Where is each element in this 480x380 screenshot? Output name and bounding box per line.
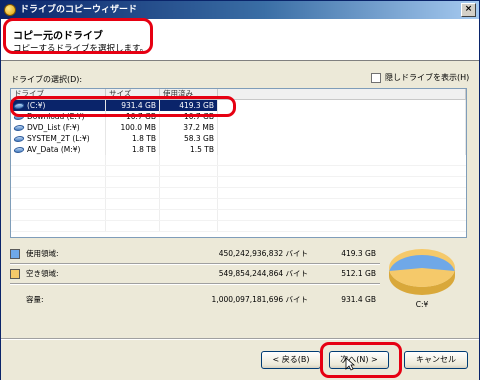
used-space-label: 使用領域: — [26, 249, 59, 258]
used-space-size: 419.3 GB — [341, 249, 376, 258]
cancel-button[interactable]: キャンセル — [404, 351, 468, 369]
drive-row[interactable]: DVD_List (F:¥) 100.0 MB 37.2 MB — [11, 122, 466, 133]
drive-size-cell: 1.8 TB — [106, 133, 160, 144]
title-bar: ドライブのコピーウィザード × — [1, 1, 479, 19]
drive-name-cell: DVD_List (F:¥) — [11, 122, 106, 133]
free-space-label: 空き領域: — [26, 269, 59, 278]
checkbox-box[interactable] — [371, 72, 381, 83]
checkbox-label: 隠しドライブを表示(H) — [385, 73, 470, 82]
empty-row — [11, 221, 466, 232]
next-button-highlight — [320, 342, 402, 378]
mouse-cursor-icon — [345, 357, 355, 371]
capacity-size: 931.4 GB — [341, 295, 376, 304]
column-header-blank — [218, 89, 466, 99]
used-space-bytes: 450,242,936,832 バイト — [218, 249, 308, 258]
drive-blank-cell — [218, 144, 466, 155]
drive-name: SYSTEM_2T (L:¥) — [27, 134, 90, 143]
drive-blank-cell — [218, 133, 466, 144]
drive-used-cell: 37.2 MB — [160, 122, 218, 133]
drive-name: DVD_List (F:¥) — [27, 123, 80, 132]
back-button[interactable]: < 戻る(B) — [261, 351, 321, 369]
drive-icon — [12, 147, 26, 153]
usage-panel: 使用領域: 450,242,936,832 バイト 419.3 GB 空き領域:… — [10, 242, 467, 322]
free-space-row: 空き領域: 549,854,244,864 バイト 512.1 GB — [10, 268, 380, 280]
drive-used-cell: 1.5 TB — [160, 144, 218, 155]
drive-name-cell: SYSTEM_2T (L:¥) — [11, 133, 106, 144]
drive-select-label: ドライブの選択(D): — [11, 75, 83, 84]
drive-size-cell: 1.8 TB — [106, 144, 160, 155]
used-space-row: 使用領域: 450,242,936,832 バイト 419.3 GB — [10, 248, 380, 260]
header-highlight — [3, 18, 153, 54]
drive-icon — [12, 136, 26, 142]
capacity-bytes: 1,000,097,181,696 バイト — [211, 295, 308, 304]
empty-row — [11, 177, 466, 188]
empty-row — [11, 199, 466, 210]
capacity-label: 容量: — [26, 295, 44, 304]
capacity-row: 容量: 1,000,097,181,696 バイト 931.4 GB — [10, 294, 380, 306]
empty-row — [11, 155, 466, 166]
pie-drive-label: C:¥ — [415, 300, 429, 309]
drive-name: AV_Data (M:¥) — [27, 145, 81, 154]
drive-icon — [12, 125, 26, 131]
empty-row — [11, 188, 466, 199]
free-space-swatch — [10, 269, 20, 279]
drive-blank-cell — [218, 122, 466, 133]
empty-row — [11, 210, 466, 221]
window-title: ドライブのコピーウィザード — [20, 5, 138, 15]
usage-pie-chart — [386, 244, 458, 302]
free-space-size: 512.1 GB — [341, 269, 376, 278]
drive-used-cell: 58.3 GB — [160, 133, 218, 144]
selected-drive-highlight — [10, 96, 236, 117]
drive-blank-cell — [218, 100, 466, 111]
drive-row[interactable]: AV_Data (M:¥) 1.8 TB 1.5 TB — [11, 144, 466, 155]
footer-divider — [1, 338, 479, 340]
drive-row[interactable]: SYSTEM_2T (L:¥) 1.8 TB 58.3 GB — [11, 133, 466, 144]
usage-divider — [10, 283, 380, 285]
drive-blank-cell — [218, 111, 466, 122]
used-space-swatch — [10, 249, 20, 259]
empty-row — [11, 166, 466, 177]
show-hidden-drives-checkbox[interactable]: 隠しドライブを表示(H) — [371, 72, 469, 83]
drive-name-cell: AV_Data (M:¥) — [11, 144, 106, 155]
usage-divider — [10, 263, 380, 265]
copy-wizard-window: ドライブのコピーウィザード × コピー元のドライブ コピーするドライブを選択しま… — [0, 0, 480, 380]
close-button[interactable]: × — [461, 3, 476, 17]
drive-size-cell: 100.0 MB — [106, 122, 160, 133]
free-space-bytes: 549,854,244,864 バイト — [218, 269, 308, 278]
app-icon — [4, 4, 16, 16]
